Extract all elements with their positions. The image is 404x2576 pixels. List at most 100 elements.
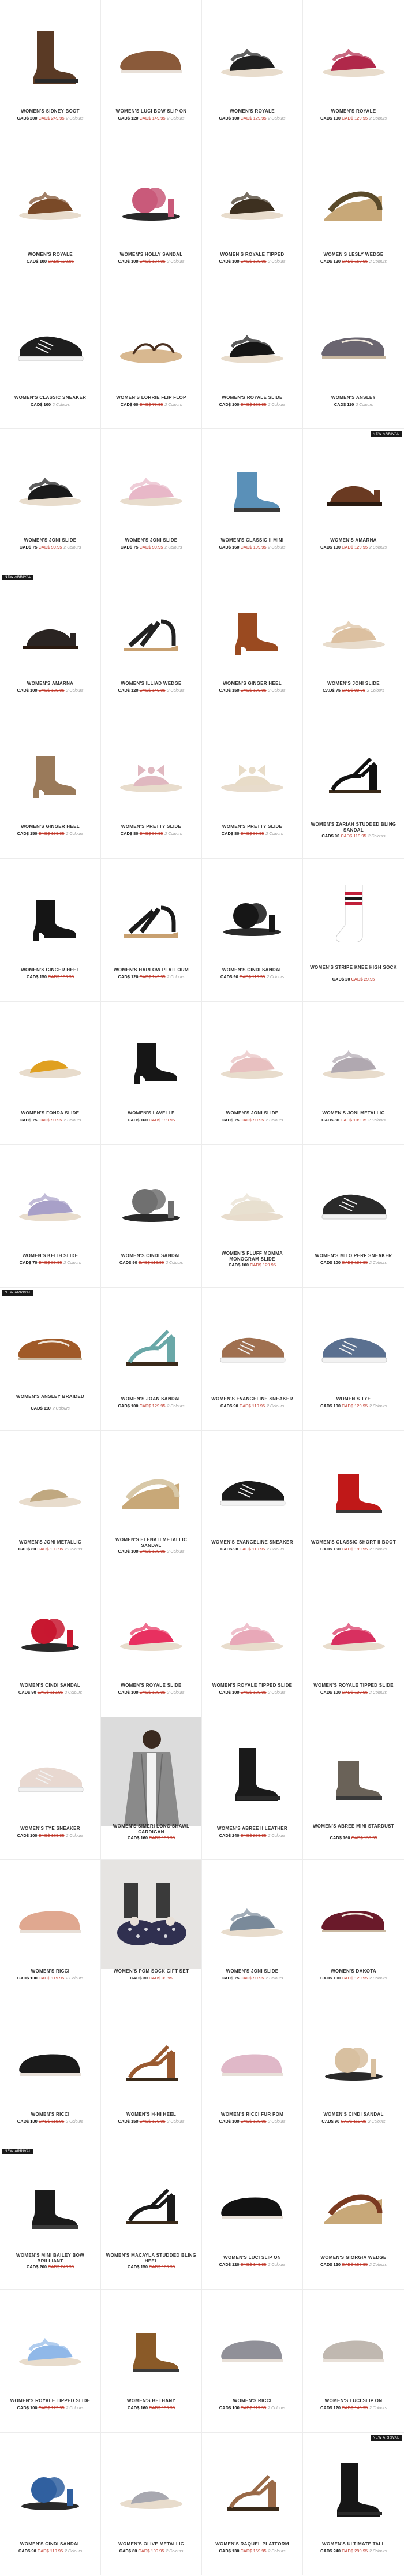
product-name[interactable]: WOMEN'S SIDNEY BOOT <box>5 109 96 114</box>
product-image[interactable] <box>303 441 404 527</box>
product-name[interactable]: WOMEN'S JONI SLIDE <box>207 1110 298 1116</box>
product-card[interactable]: WOMEN'S EVANGELINE SNEAKER CAD$ 90 CAD$ 11… <box>202 1430 303 1574</box>
product-image[interactable] <box>303 584 404 670</box>
product-image[interactable] <box>202 12 302 98</box>
colour-count[interactable]: 2 Colours <box>167 1550 185 1554</box>
product-card[interactable]: WOMEN'S OLIVE METALLIC CAD$ 80 CAD$ 109.95… <box>101 2432 202 2576</box>
product-card[interactable]: WOMEN'S SIMERI LONG SHAWL CARDIGAN CAD$ 1… <box>101 1717 202 1861</box>
product-name[interactable]: WOMEN'S JONI SLIDE <box>106 538 197 543</box>
product-image[interactable] <box>303 870 404 957</box>
colour-count[interactable]: 2 Colours <box>369 1404 387 1408</box>
product-card[interactable]: WOMEN'S ROYALE SLIDE CAD$ 100 CAD$ 129.95 2… <box>202 286 303 430</box>
product-name[interactable]: WOMEN'S ULTIMATE TALL <box>308 2541 399 2547</box>
product-image[interactable] <box>202 2444 302 2531</box>
product-card[interactable]: WOMEN'S STRIPE KNEE HIGH SOCK CAD$ 20 CAD$… <box>303 859 404 1002</box>
colour-count[interactable]: 2 Colours <box>265 832 283 836</box>
product-card[interactable]: WOMEN'S PRETTY SLIDE CAD$ 80 CAD$ 99.95 2 C… <box>202 715 303 859</box>
colour-count[interactable]: 2 Colours <box>369 1977 387 1981</box>
colour-count[interactable]: 2 Colours <box>268 2406 285 2410</box>
product-card[interactable]: WOMEN'S POM SOCK GIFT SET CAD$ 30 CAD$ 39.… <box>101 1860 202 2004</box>
product-name[interactable]: WOMEN'S LESLY WEDGE <box>308 252 399 258</box>
product-image[interactable] <box>303 2444 404 2531</box>
product-name[interactable]: WOMEN'S LORRIE FLIP FLOP <box>106 395 197 401</box>
product-image[interactable] <box>202 298 302 385</box>
product-card[interactable]: WOMEN'S RICCI FUR POM CAD$ 100 CAD$ 129.95… <box>202 2003 303 2146</box>
colour-count[interactable]: 2 Colours <box>53 1407 70 1411</box>
product-image[interactable] <box>202 1299 302 1386</box>
colour-count[interactable]: 2 Colours <box>65 1548 82 1552</box>
product-image[interactable] <box>101 1442 201 1529</box>
colour-count[interactable]: 2 Colours <box>268 2549 286 2553</box>
product-name[interactable]: WOMEN'S ABREE MINI STARDUST <box>308 1824 399 1829</box>
colour-count[interactable]: 2 Colours <box>66 832 84 836</box>
product-name[interactable]: WOMEN'S ZARIAH STUDDED BLING SANDAL <box>308 822 399 833</box>
product-image[interactable] <box>0 2015 100 2101</box>
product-name[interactable]: WOMEN'S CINDI SANDAL <box>207 967 298 973</box>
product-name[interactable]: WOMEN'S CINDI SANDAL <box>5 2541 96 2547</box>
product-card[interactable]: WOMEN'S CLASSIC SNEAKER CAD$ 100 2 Colours <box>0 286 101 430</box>
product-card[interactable]: WOMEN'S CLASSIC SHORT II BOOT CAD$ 160 CAD… <box>303 1431 404 1574</box>
product-card[interactable]: WOMEN'S ROYALE CAD$ 100 CAD$ 129.95 2 Colou… <box>303 0 404 143</box>
product-image[interactable] <box>202 1586 302 1672</box>
product-image[interactable] <box>0 155 100 241</box>
product-card[interactable]: WOMEN'S EVANGELINE SNEAKER CAD$ 90 CAD$ 11… <box>202 1288 303 1431</box>
product-card[interactable]: WOMEN'S JONI SLIDE CAD$ 75 CAD$ 99.95 2 Col… <box>101 429 202 573</box>
product-image[interactable] <box>303 1442 404 1529</box>
product-image[interactable] <box>202 1729 302 1815</box>
product-card[interactable]: WOMEN'S JONI SLIDE CAD$ 75 CAD$ 99.95 2 Col… <box>202 1001 303 1145</box>
colour-count[interactable]: 2 Colours <box>369 2406 387 2410</box>
product-card[interactable]: WOMEN'S GIORGIA WEDGE CAD$ 120 CAD$ 159.95… <box>303 2146 404 2290</box>
product-image[interactable] <box>202 1156 302 1243</box>
colour-count[interactable]: 2 Colours <box>356 403 373 407</box>
colour-count[interactable]: 2 Colours <box>167 117 185 121</box>
colour-count[interactable]: 2 Colours <box>66 2120 83 2124</box>
product-name[interactable]: WOMEN'S H-HI HEEL <box>106 2112 197 2118</box>
product-image[interactable] <box>101 2015 201 2101</box>
product-card[interactable]: WOMEN'S JOAN SANDAL CAD$ 100 CAD$ 129.95 2 … <box>101 1288 202 1431</box>
product-card[interactable]: WOMEN'S JONI SLIDE CAD$ 75 CAD$ 99.95 2 Col… <box>202 1860 303 2004</box>
product-card[interactable]: WOMEN'S ROYALE CAD$ 100 CAD$ 129.95 <box>0 143 101 286</box>
product-image[interactable] <box>101 1013 201 1100</box>
colour-count[interactable]: 2 Colours <box>369 2263 387 2267</box>
product-name[interactable]: WOMEN'S GINGER HEEL <box>5 967 96 973</box>
product-name[interactable]: WOMEN'S RAQUEL PLATFORM <box>207 2541 298 2547</box>
product-name[interactable]: WOMEN'S PRETTY SLIDE <box>207 824 298 830</box>
product-name[interactable]: WOMEN'S EVANGELINE SNEAKER <box>207 1539 298 1545</box>
colour-count[interactable]: 2 Colours <box>369 2549 387 2553</box>
product-name[interactable]: WOMEN'S JONI METALLIC <box>5 1539 96 1545</box>
product-card[interactable]: WOMEN'S PRETTY SLIDE CAD$ 80 CAD$ 99.95 2 C… <box>101 715 202 859</box>
product-name[interactable]: WOMEN'S RICCI <box>5 2112 96 2118</box>
product-card[interactable]: WOMEN'S ROYALE SLIDE CAD$ 100 CAD$ 129.95 2… <box>101 1574 202 1717</box>
product-name[interactable]: WOMEN'S CLASSIC II MINI <box>207 538 298 543</box>
product-image[interactable] <box>101 1860 201 1969</box>
product-card[interactable]: WOMEN'S BETHANY CAD$ 160 CAD$ 199.95 <box>101 2289 202 2433</box>
product-name[interactable]: WOMEN'S JOAN SANDAL <box>106 1396 197 1402</box>
product-image[interactable] <box>101 727 201 814</box>
product-image[interactable] <box>303 727 404 814</box>
product-image[interactable] <box>101 1717 201 1826</box>
product-image[interactable] <box>101 441 201 527</box>
product-name[interactable]: WOMEN'S PRETTY SLIDE <box>106 824 197 830</box>
colour-count[interactable]: 2 Colours <box>267 975 284 979</box>
product-name[interactable]: WOMEN'S ROYALE TIPPED SLIDE <box>308 1683 399 1688</box>
product-image[interactable] <box>0 1013 100 1100</box>
product-name[interactable]: WOMEN'S CINDI SANDAL <box>308 2112 399 2118</box>
product-image[interactable] <box>0 12 100 98</box>
product-card[interactable]: WOMEN'S ELENA II METALLIC SANDAL CAD$ 100… <box>101 1430 202 1574</box>
product-card[interactable]: WOMEN'S HARLOW PLATFORM CAD$ 120 CAD$ 149.… <box>101 858 202 1002</box>
product-card[interactable]: WOMEN'S ZARIAH STUDDED BLING SANDAL CAD$ … <box>303 715 404 859</box>
colour-count[interactable]: 2 Colours <box>167 975 185 979</box>
product-card[interactable]: WOMEN'S JONI SLIDE CAD$ 75 CAD$ 99.95 2 Col… <box>0 429 101 573</box>
product-card[interactable]: WOMEN'S ILLIAD WEDGE CAD$ 120 CAD$ 149.95 2… <box>101 572 202 715</box>
product-name[interactable]: WOMEN'S FONDA SLIDE <box>5 1110 96 1116</box>
product-image[interactable] <box>0 727 100 814</box>
product-name[interactable]: WOMEN'S LUCI SLIP ON <box>308 2398 399 2404</box>
product-name[interactable]: WOMEN'S LUCI BOW SLIP ON <box>106 109 197 114</box>
product-name[interactable]: WOMEN'S RICCI <box>5 1969 96 1974</box>
product-name[interactable]: WOMEN'S KEITH SLIDE <box>5 1253 96 1259</box>
colour-count[interactable]: 2 Colours <box>63 1119 81 1123</box>
product-image[interactable] <box>0 2444 100 2531</box>
product-image[interactable] <box>202 1872 302 1958</box>
product-name[interactable]: WOMEN'S AMARNA <box>5 681 96 687</box>
product-card[interactable]: WOMEN'S KEITH SLIDE CAD$ 70 CAD$ 89.95 2 Co… <box>0 1145 101 1288</box>
